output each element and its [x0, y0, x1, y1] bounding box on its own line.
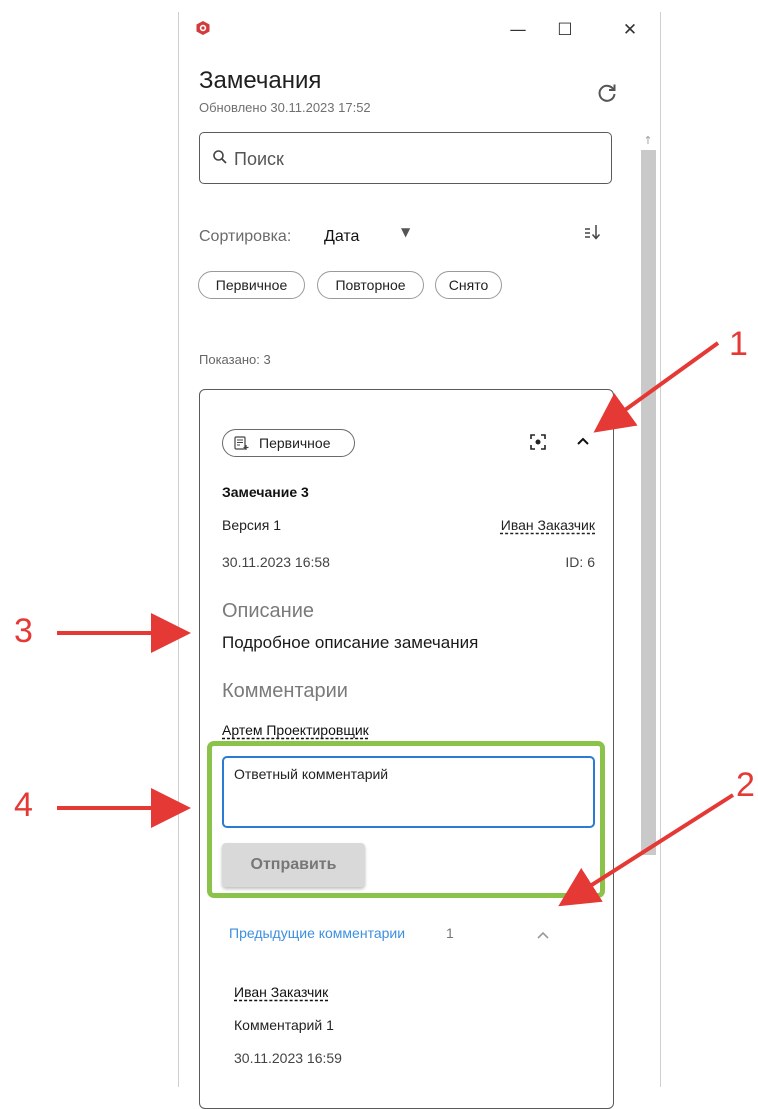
annotation-number-1: 1 — [729, 325, 748, 363]
annotation-number-4: 4 — [14, 786, 33, 824]
annotation-number-2: 2 — [736, 766, 755, 804]
annotation-arrow-1 — [593, 341, 720, 433]
annotation-arrows — [57, 341, 735, 907]
annotation-arrow-2 — [558, 793, 735, 907]
annotation-number-3: 3 — [14, 612, 33, 650]
